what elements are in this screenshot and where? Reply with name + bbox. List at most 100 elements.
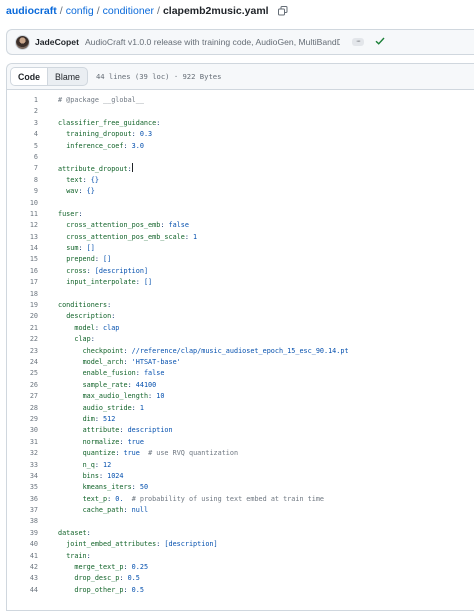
code-line: 33 n_q: 12: [7, 460, 474, 471]
line-content: model_arch: 'HTSAT-base': [82, 357, 181, 366]
line-number[interactable]: 13: [7, 232, 38, 243]
code-line: 5 inference_coef: 3.0: [7, 141, 474, 152]
check-icon[interactable]: [375, 37, 385, 48]
code-line: 24 model_arch: 'HTSAT-base': [7, 357, 474, 368]
line-content: prepend: []: [66, 255, 112, 264]
file-meta: 44 lines (39 loc) · 922 Bytes: [95, 72, 222, 81]
line-content: conditioners:: [58, 301, 112, 310]
line-content: description:: [66, 312, 116, 321]
line-content: bins: 1024: [82, 471, 124, 480]
code-blame-toggle: Code Blame: [10, 67, 88, 86]
line-number[interactable]: 22: [7, 334, 38, 345]
line-number[interactable]: 14: [7, 243, 38, 254]
avatar[interactable]: [15, 34, 30, 50]
code-line: 4 training_dropout: 0.3: [7, 129, 474, 140]
line-content: fuser:: [58, 209, 83, 218]
line-content: drop_desc_p: 0.5: [74, 574, 140, 583]
line-number[interactable]: 20: [7, 311, 38, 322]
code-line: 42 merge_text_p: 0.25: [7, 562, 474, 573]
commit-message-link[interactable]: AudioCraft v1.0.0 release with training …: [85, 37, 340, 47]
line-number[interactable]: 19: [7, 300, 38, 311]
line-number[interactable]: 44: [7, 585, 38, 596]
line-number[interactable]: 17: [7, 277, 38, 288]
tab-code[interactable]: Code: [11, 68, 48, 85]
code-line: 36 text_p: 0. # probability of using tex…: [7, 494, 474, 505]
line-number[interactable]: 41: [7, 551, 38, 562]
line-number[interactable]: 35: [7, 482, 38, 493]
breadcrumb-separator: /: [96, 5, 100, 17]
code-view[interactable]: 1 # @package __global__ 2 3 classifier_free_…: [7, 95, 474, 596]
line-content: drop_other_p: 0.5: [74, 585, 144, 594]
line-content: model: clap: [74, 323, 120, 332]
text-cursor: [131, 163, 133, 173]
line-number[interactable]: 31: [7, 437, 38, 448]
line-content: dim: 512: [82, 414, 116, 423]
line-number[interactable]: 16: [7, 266, 38, 277]
line-number[interactable]: 43: [7, 573, 38, 584]
line-content: quantize: true # use RVQ quantization: [82, 449, 239, 458]
line-number[interactable]: 1: [7, 95, 38, 106]
line-number[interactable]: 11: [7, 209, 38, 220]
breadcrumb-separator: /: [157, 5, 160, 17]
line-number[interactable]: 28: [7, 403, 38, 414]
line-number[interactable]: 38: [7, 516, 38, 527]
line-number[interactable]: 34: [7, 471, 38, 482]
line-content: text_p: 0. # probability of using text e…: [82, 494, 325, 503]
breadcrumb-repo-link[interactable]: audiocraft: [6, 5, 57, 17]
line-number[interactable]: 15: [7, 254, 38, 265]
line-number[interactable]: 12: [7, 220, 38, 231]
line-number[interactable]: 2: [7, 106, 38, 117]
code-line: 20 description:: [7, 311, 474, 322]
code-line: 13 cross_attention_pos_emb_scale: 1: [7, 232, 474, 243]
code-line: 15 prepend: []: [7, 254, 474, 265]
line-number[interactable]: 40: [7, 539, 38, 550]
code-line: 16 cross: [description]: [7, 266, 474, 277]
line-number[interactable]: 8: [7, 175, 38, 186]
line-number[interactable]: 24: [7, 357, 38, 368]
breadcrumb-file-name: clapemb2music.yaml: [162, 5, 269, 17]
tab-blame[interactable]: Blame: [48, 68, 87, 85]
line-number[interactable]: 21: [7, 323, 38, 334]
expand-commit-message-button[interactable]: ···: [351, 38, 364, 46]
line-number[interactable]: 39: [7, 528, 38, 539]
line-number[interactable]: 7: [7, 163, 38, 174]
line-content: dataset:: [58, 528, 91, 537]
file-viewer: Code Blame 44 lines (39 loc) · 922 Bytes…: [6, 63, 474, 611]
code-line: 23 checkpoint: //reference/clap/music_au…: [7, 346, 474, 357]
line-number[interactable]: 36: [7, 494, 38, 505]
line-number[interactable]: 25: [7, 368, 38, 379]
line-content: attribute: description: [82, 426, 173, 435]
line-number[interactable]: 26: [7, 380, 38, 391]
code-line: 40 joint_embed_attributes: [description]: [7, 539, 474, 550]
line-number[interactable]: 42: [7, 562, 38, 573]
commit-author-link[interactable]: JadeCopet: [35, 37, 79, 47]
line-number[interactable]: 23: [7, 346, 38, 357]
breadcrumb-folder-conditioner[interactable]: conditioner: [103, 5, 154, 17]
line-number[interactable]: 6: [7, 152, 38, 163]
line-number[interactable]: 30: [7, 425, 38, 436]
line-number[interactable]: 37: [7, 505, 38, 516]
line-number[interactable]: 18: [7, 289, 38, 300]
code-line: 28 audio_stride: 1: [7, 403, 474, 414]
line-number[interactable]: 29: [7, 414, 38, 425]
line-number[interactable]: 4: [7, 129, 38, 140]
line-number[interactable]: 9: [7, 186, 38, 197]
code-line: 19 conditioners:: [7, 300, 474, 311]
line-content: cross_attention_pos_emb: false: [66, 221, 189, 230]
code-line: 1 # @package __global__: [7, 95, 474, 106]
line-number[interactable]: 27: [7, 391, 38, 402]
copy-path-icon[interactable]: [277, 6, 288, 20]
line-number[interactable]: 33: [7, 460, 38, 471]
line-content: training_dropout: 0.3: [66, 130, 153, 139]
line-content: joint_embed_attributes: [description]: [66, 540, 218, 549]
line-number[interactable]: 10: [7, 198, 38, 209]
line-content: kmeans_iters: 50: [82, 483, 149, 492]
line-number[interactable]: 5: [7, 141, 38, 152]
line-number[interactable]: 32: [7, 448, 38, 459]
breadcrumb-folder-config[interactable]: config: [66, 5, 94, 17]
code-line: 12 cross_attention_pos_emb: false: [7, 220, 474, 231]
file-header: Code Blame 44 lines (39 loc) · 922 Bytes: [7, 64, 474, 90]
line-number[interactable]: 3: [7, 118, 38, 129]
code-line: 2: [7, 106, 474, 117]
line-content: checkpoint: //reference/clap/music_audio…: [82, 346, 349, 355]
